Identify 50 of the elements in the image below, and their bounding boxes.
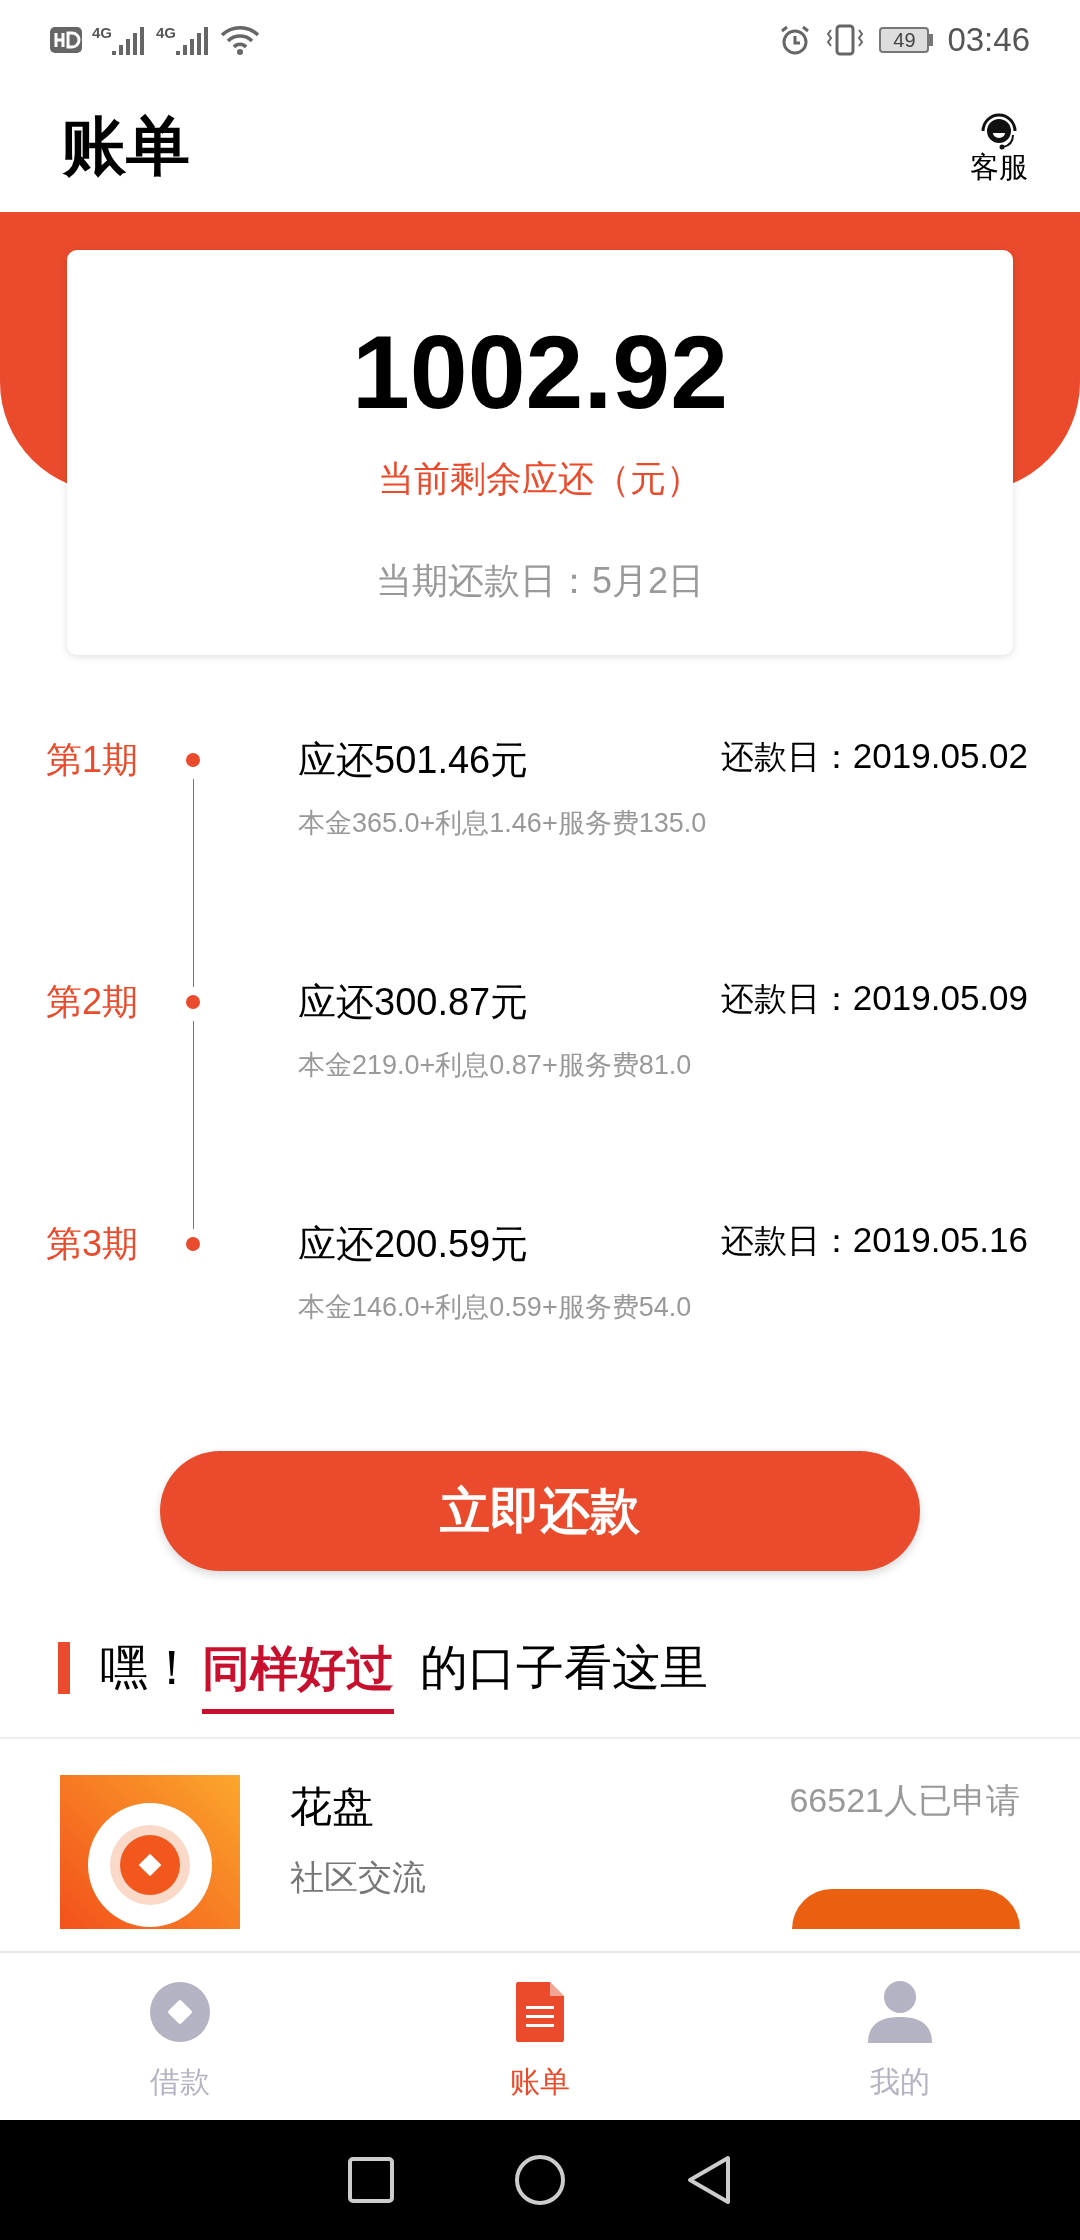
alarm-icon [779, 24, 812, 56]
product-name: 花盘 [290, 1782, 375, 1832]
page-title: 账单 [62, 109, 190, 184]
customer-service-button[interactable]: 客服 [970, 110, 1028, 182]
tab[interactable]: 账单 [360, 1953, 720, 2120]
back-icon[interactable] [686, 2155, 732, 2205]
period-label: 第2期 [45, 980, 140, 1024]
hd-icon [50, 27, 82, 53]
timeline-dot [186, 753, 200, 767]
document-icon [516, 1982, 564, 2042]
due-date-value: 2019.05.16 [852, 1218, 1028, 1261]
due-date-label: 还款日： [720, 1220, 853, 1261]
remaining-amount: 1002.92 [352, 320, 728, 424]
timeline-dot [186, 1237, 200, 1251]
network-type: 4G [156, 25, 177, 40]
heading-prefix: 嘿！ [100, 1640, 196, 1696]
amount-breakdown: 本金219.0+利息0.87+服务费81.0 [298, 1049, 693, 1082]
wifi-icon [220, 25, 261, 55]
diamond-coin-icon [149, 1981, 211, 2043]
battery-indicator: 49 [879, 27, 934, 53]
amount-breakdown: 本金146.0+利息0.59+服务费54.0 [298, 1291, 693, 1324]
home-icon[interactable] [514, 2154, 566, 2206]
tab[interactable]: 我的 [720, 1953, 1080, 2120]
due-date: 当期还款日：5月2日 [375, 559, 704, 603]
due-date-label: 还款日： [720, 978, 853, 1019]
installment-amount: 应还200.59元 [298, 1221, 529, 1267]
clock: 03:46 [947, 20, 1030, 61]
due-date-value: 2019.05.02 [852, 734, 1028, 777]
heading-accent-bar [58, 1642, 70, 1694]
due-date-label: 还款日： [720, 736, 853, 777]
applicant-count: 66521人已申请 [789, 1780, 1020, 1821]
recent-apps-icon[interactable] [348, 2157, 394, 2203]
tab[interactable]: 借款 [0, 1953, 360, 2120]
installment-amount: 应还501.46元 [298, 737, 529, 783]
heading-suffix: 的口子看这里 [420, 1640, 708, 1696]
repay-now-button[interactable]: 立即还款 [160, 1451, 920, 1571]
timeline-dot [186, 995, 200, 1009]
signal-icon [176, 25, 211, 55]
amount-label: 当前剩余应还（元） [378, 457, 702, 501]
signal-icon [112, 25, 146, 55]
period-label: 第3期 [45, 1222, 140, 1266]
heading-highlight: 同样好过 [202, 1632, 394, 1714]
network-type: 4G [92, 25, 112, 40]
due-date-value: 2019.05.09 [852, 976, 1028, 1019]
product-tag: 社区交流 [290, 1852, 790, 1903]
installment-amount: 应还300.87元 [298, 979, 529, 1025]
amount-breakdown: 本金365.0+利息1.46+服务费135.0 [298, 807, 708, 840]
vibrate-icon [825, 24, 866, 56]
period-label: 第1期 [45, 738, 140, 782]
person-icon [868, 1981, 932, 2043]
